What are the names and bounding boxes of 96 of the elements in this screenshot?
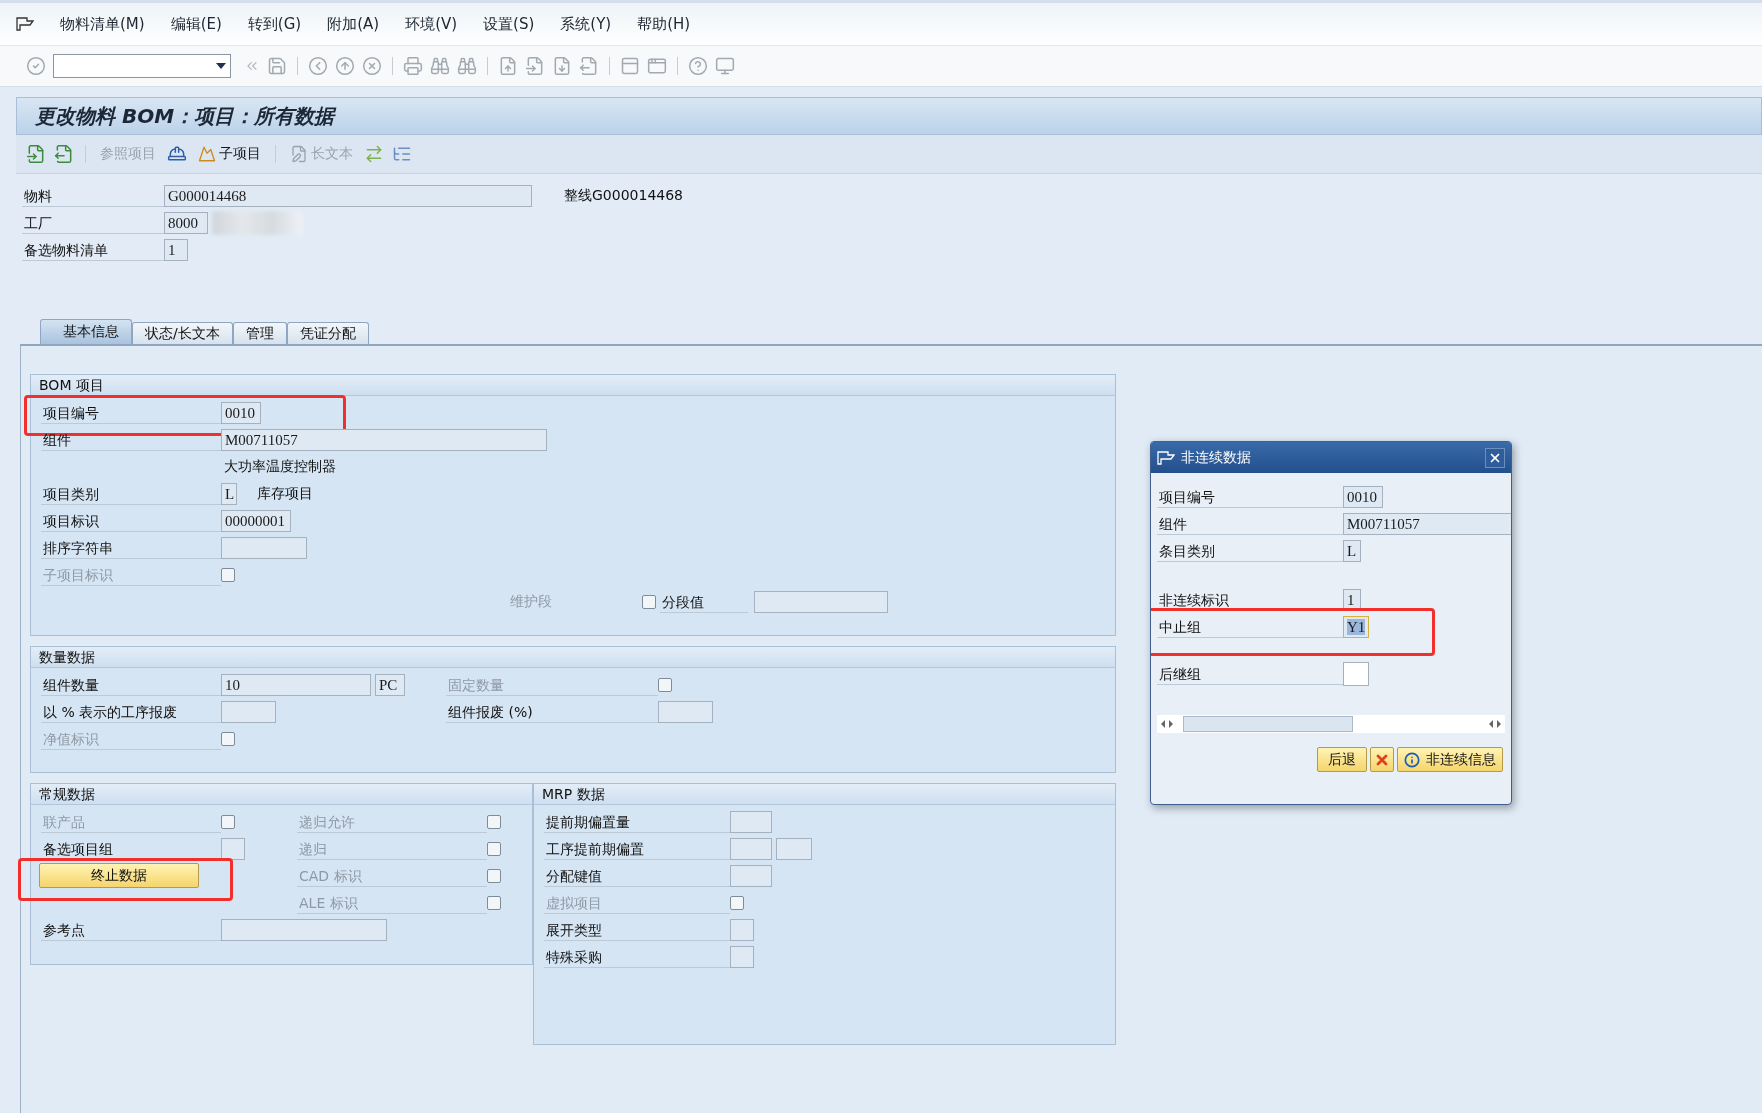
menu-icon[interactable] bbox=[16, 17, 34, 31]
field-label: ALE 标识 bbox=[297, 891, 487, 914]
tab[interactable]: 状态/长文本 bbox=[132, 322, 233, 344]
input-field[interactable]: 1 bbox=[164, 238, 188, 261]
menu-item[interactable]: 设置(S) bbox=[483, 14, 535, 34]
input-field[interactable]: M00711057 bbox=[1343, 512, 1511, 535]
menu-item[interactable]: 环境(V) bbox=[405, 14, 458, 34]
field-label: 联产品 bbox=[41, 810, 221, 833]
discontinuation-info-button[interactable]: 非连续信息 bbox=[1397, 747, 1503, 772]
field-label: 组件报废 (%) bbox=[446, 700, 658, 723]
horizontal-scrollbar[interactable] bbox=[1157, 715, 1505, 733]
tab[interactable]: 管理 bbox=[232, 322, 287, 344]
monitor-icon[interactable] bbox=[715, 56, 735, 76]
menu-item[interactable]: 编辑(E) bbox=[170, 14, 222, 34]
page-arrow-icon[interactable] bbox=[54, 144, 74, 164]
hat-icon[interactable] bbox=[167, 144, 187, 164]
field-label: 递归 bbox=[297, 837, 487, 860]
input-field[interactable] bbox=[754, 590, 888, 613]
binoculars-icon[interactable] bbox=[430, 56, 450, 76]
command-field[interactable] bbox=[53, 54, 231, 78]
tab[interactable]: 基本信息 bbox=[40, 319, 132, 344]
component-description: 大功率温度控制器 bbox=[224, 457, 336, 476]
page-in-icon[interactable] bbox=[525, 56, 545, 76]
field-label: 虚拟项目 bbox=[544, 891, 730, 914]
input-field[interactable] bbox=[730, 918, 754, 941]
swap-arrows-icon[interactable] bbox=[364, 144, 384, 164]
menu-item[interactable]: 系统(Y) bbox=[560, 14, 612, 34]
input-field[interactable]: M00711057 bbox=[221, 428, 547, 451]
input-field[interactable] bbox=[221, 536, 307, 559]
list-tree-icon[interactable] bbox=[392, 144, 412, 164]
group-title: 数量数据 bbox=[31, 647, 1115, 668]
input-field[interactable] bbox=[776, 837, 812, 860]
field-label: 固定数量 bbox=[446, 673, 658, 696]
input-field[interactable]: 10 bbox=[221, 673, 371, 696]
page-up-icon[interactable] bbox=[498, 56, 518, 76]
input-field[interactable] bbox=[658, 700, 713, 723]
input-field[interactable]: L bbox=[221, 482, 237, 505]
menu-item[interactable]: 物料清单(M) bbox=[60, 14, 145, 34]
circle-chevron-left-icon[interactable] bbox=[308, 56, 328, 76]
check-circle-icon[interactable] bbox=[26, 56, 46, 76]
input-field[interactable] bbox=[730, 837, 772, 860]
pencil-page-icon bbox=[290, 145, 308, 163]
dialog-menu-icon[interactable] bbox=[1157, 450, 1175, 465]
input-field[interactable]: 00000001 bbox=[221, 509, 291, 532]
mountain-icon bbox=[198, 145, 216, 163]
input-field[interactable]: 0010 bbox=[221, 401, 261, 424]
input-field[interactable] bbox=[221, 837, 245, 860]
field-label: CAD 标识 bbox=[297, 864, 487, 887]
circle-x-icon[interactable] bbox=[362, 56, 382, 76]
input-field[interactable] bbox=[730, 810, 772, 833]
group-title: BOM 项目 bbox=[31, 375, 1115, 396]
screen-title: 更改物料 BOM：项目：所有数据 bbox=[35, 102, 335, 130]
sub-item-button[interactable]: 子项目 bbox=[195, 145, 264, 163]
field-label: 维护段 bbox=[510, 592, 553, 611]
input-field[interactable]: 0010 bbox=[1343, 485, 1383, 508]
menu-item[interactable]: 附加(A) bbox=[327, 14, 380, 34]
binoculars-icon[interactable] bbox=[457, 56, 477, 76]
input-field[interactable] bbox=[1343, 661, 1369, 686]
input-field[interactable] bbox=[221, 700, 276, 723]
page-out-icon[interactable] bbox=[579, 56, 599, 76]
input-field[interactable]: Y1 bbox=[1343, 615, 1369, 638]
material-description: 整线G000014468 bbox=[564, 186, 683, 205]
field-label: 分段值 bbox=[660, 590, 748, 613]
field-label: 子项目标识 bbox=[41, 563, 221, 586]
page-arrow-icon[interactable] bbox=[26, 144, 46, 164]
save-icon[interactable] bbox=[267, 56, 287, 76]
page-down-icon[interactable] bbox=[552, 56, 572, 76]
field-label: 递归允许 bbox=[297, 810, 487, 833]
input-field[interactable] bbox=[221, 918, 387, 941]
input-field[interactable]: 8000 bbox=[164, 211, 208, 234]
input-field[interactable] bbox=[730, 864, 772, 887]
stop-data-button[interactable]: 终止数据 bbox=[39, 863, 199, 888]
back-button[interactable]: 后退 bbox=[1317, 747, 1367, 772]
input-field[interactable]: L bbox=[1343, 539, 1361, 562]
info-icon bbox=[1404, 751, 1420, 768]
caret-icon bbox=[216, 63, 226, 69]
window-icon[interactable] bbox=[620, 56, 640, 76]
menu-item[interactable]: 帮助(H) bbox=[637, 14, 691, 34]
tab[interactable]: 凭证分配 bbox=[286, 322, 369, 344]
field-description: 库存项目 bbox=[257, 484, 313, 503]
close-button[interactable] bbox=[1485, 447, 1505, 468]
input-field[interactable] bbox=[730, 945, 754, 968]
group-title: MRP 数据 bbox=[534, 784, 1115, 805]
menu-item[interactable]: 转到(G) bbox=[247, 14, 302, 34]
group-title: 常规数据 bbox=[31, 784, 532, 805]
input-field[interactable]: PC bbox=[375, 673, 405, 696]
help-icon[interactable] bbox=[688, 56, 708, 76]
circle-arrow-up-icon[interactable] bbox=[335, 56, 355, 76]
dialog-title: 非连续数据 bbox=[1181, 448, 1252, 467]
scrollbar-thumb[interactable] bbox=[1183, 716, 1353, 732]
input-field[interactable]: G000014468 bbox=[164, 184, 532, 207]
window-icon[interactable] bbox=[647, 56, 667, 76]
field-label: 净值标识 bbox=[41, 727, 221, 750]
cancel-button[interactable] bbox=[1370, 747, 1394, 772]
printer-icon[interactable] bbox=[403, 56, 423, 76]
input-field[interactable]: 1 bbox=[1343, 588, 1361, 611]
